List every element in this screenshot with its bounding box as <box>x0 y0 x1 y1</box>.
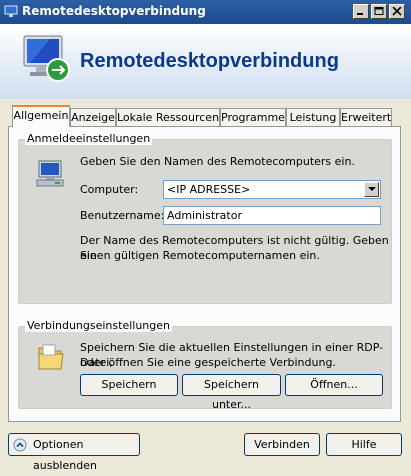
tab-anzeige[interactable]: Anzeige <box>70 108 116 126</box>
banner-heading: Remotedesktopverbindung <box>80 50 339 72</box>
remote-desktop-window: Remotedesktopverbindung Remotedesktopver… <box>0 0 411 472</box>
folder-icon <box>38 344 64 370</box>
tab-lokale-ressourcen[interactable]: Lokale Ressourcen <box>116 108 220 126</box>
minimize-button[interactable] <box>353 4 369 19</box>
maximize-button[interactable] <box>371 4 387 19</box>
login-intro-text: Geben Sie den Namen des Remotecomputers … <box>80 155 355 168</box>
username-field[interactable]: Administrator <box>163 206 381 225</box>
title-bar: Remotedesktopverbindung <box>0 0 411 24</box>
computer-label: Computer: <box>80 183 139 196</box>
maximize-icon <box>374 7 384 15</box>
tab-programme[interactable]: Programme <box>220 108 286 126</box>
login-settings-group: Anmeldeeinstellungen Geben Sie den Namen… <box>18 132 392 304</box>
login-settings-title: Anmeldeeinstellungen <box>25 132 153 145</box>
header-banner: Remotedesktopverbindung <box>0 24 411 99</box>
hide-options-label: Optionen ausblenden <box>33 438 97 472</box>
computer-value: <IP ADRESSE> <box>167 183 251 196</box>
username-label: Benutzername: <box>80 209 165 222</box>
computer-combobox[interactable]: <IP ADRESSE> <box>163 180 381 199</box>
tab-allgemein[interactable]: Allgemein <box>12 105 70 127</box>
chevron-up-icon <box>13 438 27 452</box>
save-as-button[interactable]: Speichern unter... <box>182 374 281 411</box>
remote-desktop-logo-icon <box>23 35 70 82</box>
computer-dropdown-button[interactable] <box>364 182 379 197</box>
dropdown-arrow-icon <box>368 187 376 191</box>
minimize-icon <box>357 13 363 15</box>
close-button[interactable] <box>389 4 405 19</box>
connect-button[interactable]: Verbinden <box>244 433 320 456</box>
connection-settings-title: Verbindungseinstellungen <box>25 319 172 332</box>
connection-desc-line2: oder öffnen Sie eine gespeicherte Verbin… <box>80 356 336 369</box>
app-icon <box>4 5 18 17</box>
tab-erweitert[interactable]: Erweitert <box>340 108 392 126</box>
tab-leistung[interactable]: Leistung <box>286 108 340 126</box>
tab-panel-allgemein: Anmeldeeinstellungen Geben Sie den Namen… <box>8 126 401 422</box>
window-title: Remotedesktopverbindung <box>22 4 206 18</box>
close-icon <box>392 7 402 16</box>
connection-settings-group: Verbindungseinstellungen Speichern Sie d… <box>18 319 392 411</box>
help-button[interactable]: Hilfe <box>326 433 402 456</box>
hide-options-button[interactable]: Optionen ausblenden <box>8 433 140 472</box>
username-value: Administrator <box>167 209 242 222</box>
error-message-line2: einen gültigen Remotecomputernamen ein. <box>80 249 320 262</box>
save-button[interactable]: Speichern <box>80 374 178 396</box>
open-button[interactable]: Öffnen... <box>285 374 383 396</box>
computer-icon <box>36 160 64 187</box>
